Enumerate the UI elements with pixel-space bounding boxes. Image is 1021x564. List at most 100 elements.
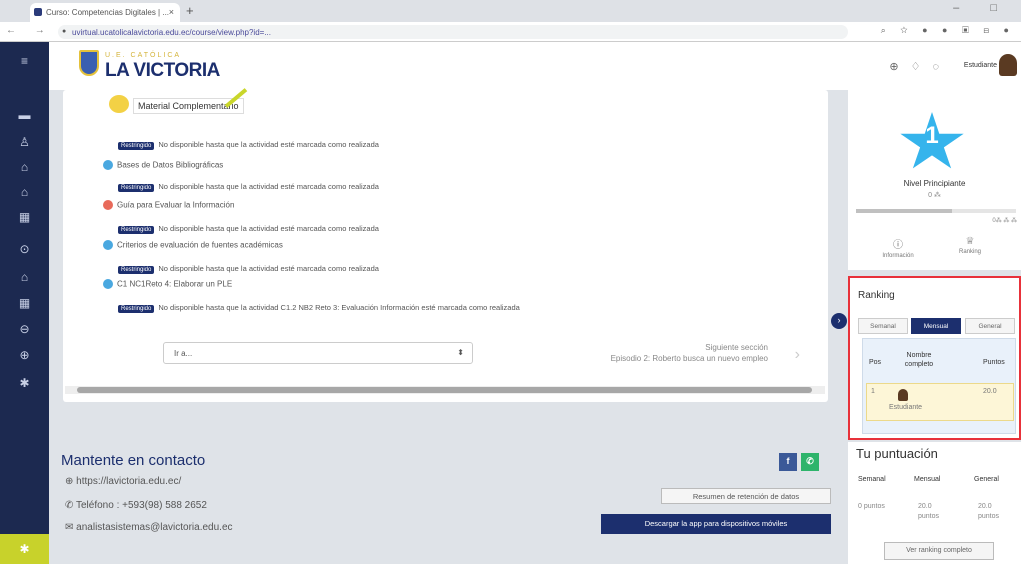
browser-tab[interactable]: Curso: Competencias Digitales | ... ×: [30, 3, 180, 22]
next-section-link[interactable]: Siguiente sección Episodio 2: Roberto bu…: [611, 342, 768, 364]
restricted-badge: Restringido: [118, 226, 155, 234]
goto-select-value: Ir a...: [174, 349, 193, 358]
footer-title: Mantente en contacto: [61, 452, 206, 469]
badge-icon[interactable]: ⌂: [0, 160, 49, 174]
box-icon[interactable]: ⊕: [0, 348, 49, 362]
globe-icon[interactable]: ⊕: [889, 61, 910, 73]
course-content: Material Complementario Restringido No di…: [63, 88, 828, 402]
activity-icon: [103, 240, 113, 250]
whatsapp-icon[interactable]: ✆: [801, 453, 819, 471]
settings-yellow-icon[interactable]: ✱: [0, 534, 49, 564]
right-panel: 1 Nivel Principiante 0 ⁂ 0⁂ ⁂ ⁂ ⓘ Informa…: [848, 90, 1021, 564]
collapse-panel-button[interactable]: ›: [831, 313, 847, 329]
extension-icons[interactable]: ⌕ ☆ ● ● ▣ ⊟ ●: [881, 25, 1015, 36]
url-input[interactable]: ● uvirtual.ucatolicalavictoria.edu.ec/co…: [58, 25, 848, 39]
restriction-text: No disponible hasta que la actividad est…: [158, 182, 379, 191]
ranking-link[interactable]: ♕ Ranking: [940, 236, 1000, 255]
goto-select[interactable]: Ir a... ⬍: [163, 342, 473, 364]
chevron-right-icon[interactable]: ›: [795, 346, 800, 364]
calendar-icon[interactable]: ▦: [0, 210, 49, 224]
site-header: U.E. CATÓLICA LA VICTORIA ⊕♢◌ Estudiante: [49, 42, 1021, 90]
avatar: [898, 389, 908, 401]
pin-icon[interactable]: ⊙: [0, 242, 49, 256]
restriction-row: Restringido No disponible hasta que la ac…: [118, 182, 379, 192]
restriction-text: No disponible hasta que la actividad C1.…: [158, 303, 520, 312]
people-icon[interactable]: ♙: [0, 135, 49, 149]
level-progress-fill: [856, 209, 952, 213]
restriction-row: Restringido No disponible hasta que la ac…: [118, 303, 520, 313]
tab-mensual[interactable]: Mensual: [911, 318, 961, 334]
email-link[interactable]: analistasistemas@lavictoria.edu.ec: [76, 522, 232, 533]
col-points: Puntos: [983, 359, 1005, 366]
grid-icon[interactable]: ▦: [0, 296, 49, 310]
restriction-text: No disponible hasta que la actividad est…: [158, 140, 379, 149]
user-avatar[interactable]: [999, 54, 1017, 76]
browser-tabstrip: Curso: Competencias Digitales | ... × + …: [0, 0, 1021, 22]
dashboard-icon[interactable]: ▬: [0, 108, 49, 122]
left-sidebar: ≡ ▬ ♙ ⌂ ⌂ ▦ ⊙ ⌂ ▦ ⊖ ⊕ ✱ ✱: [0, 42, 49, 564]
chat-icon[interactable]: ◌: [932, 61, 951, 73]
col-pos: Pos: [869, 359, 882, 366]
activity-icon: [103, 279, 113, 289]
facebook-icon[interactable]: f: [779, 453, 797, 471]
table-row[interactable]: 1 Estudiante 20.0: [866, 383, 1014, 421]
score-col-general: General: [974, 476, 999, 483]
bell-icon[interactable]: ♢: [911, 61, 933, 73]
restricted-badge: Restringido: [118, 266, 155, 274]
download-app-label: Descargar la app para dispositivos móvil…: [644, 519, 788, 528]
user-name[interactable]: Estudiante: [964, 62, 997, 69]
activity-link[interactable]: Criterios de evaluación de fuentes acadé…: [103, 240, 283, 250]
info-label: Información: [882, 253, 914, 259]
tab-title: Curso: Competencias Digitales | ...: [46, 8, 170, 17]
material-icon: [109, 95, 129, 113]
level-progress-label: 0⁂ ⁂ ⁂: [992, 218, 1017, 224]
restriction-row: Restringido No disponible hasta que la ac…: [118, 264, 379, 274]
activity-label: Guía para Evaluar la Información: [117, 200, 235, 210]
ranking-tabs: Semanal Mensual General: [858, 318, 1015, 334]
tab-general[interactable]: General: [965, 318, 1015, 334]
activity-link[interactable]: Guía para Evaluar la Información: [103, 200, 234, 210]
menu-icon[interactable]: ≡: [0, 54, 49, 68]
your-score-block: Tu puntuación Semanal Mensual General 0 …: [848, 442, 1021, 564]
footer-phone: ✆ Teléfono : +593(98) 588 2652: [65, 500, 207, 511]
next-section-label: Siguiente sección: [705, 343, 768, 352]
info-icon: ⓘ: [893, 240, 903, 251]
restriction-text: No disponible hasta que la actividad est…: [158, 264, 379, 273]
activity-label: Criterios de evaluación de fuentes acadé…: [117, 240, 283, 250]
eye-icon[interactable]: ⊖: [0, 322, 49, 336]
trophy-icon: ♕: [965, 236, 975, 247]
window-controls[interactable]: – □: [953, 2, 1011, 14]
info-link[interactable]: ⓘ Información: [868, 236, 928, 259]
activity-link[interactable]: C1 NC1Reto 4: Elaborar un PLE: [103, 279, 232, 289]
row-pos: 1: [871, 388, 875, 395]
scrollbar-thumb[interactable]: [77, 387, 812, 393]
logo-title: LA VICTORIA: [105, 60, 220, 81]
header-icons[interactable]: ⊕♢◌: [889, 60, 951, 73]
new-tab-icon[interactable]: +: [186, 3, 194, 18]
footer-email[interactable]: ✉ analistasistemas@lavictoria.edu.ec: [65, 522, 233, 533]
close-tab-icon[interactable]: ×: [169, 7, 174, 17]
activity-label: Bases de Datos Bibliográficas: [117, 160, 224, 170]
score-semanal: 0 puntos: [858, 503, 885, 510]
favicon-icon: [34, 8, 42, 16]
download-app-button[interactable]: Descargar la app para dispositivos móvil…: [601, 514, 831, 534]
level-progress-bar: [856, 209, 1016, 213]
footer-website[interactable]: ⊕ https://lavictoria.edu.ec/: [65, 476, 181, 487]
ranking-block: Ranking Semanal Mensual General Pos Nomb…: [848, 276, 1021, 440]
lock-nav-icon[interactable]: ⌂: [0, 270, 49, 284]
activity-icon: [103, 200, 113, 210]
home-icon[interactable]: ⌂: [0, 185, 49, 199]
settings-icon[interactable]: ✱: [0, 376, 49, 390]
website-link[interactable]: https://lavictoria.edu.ec/: [76, 476, 181, 487]
level-number: 1: [925, 122, 939, 149]
select-arrow-icon: ⬍: [457, 348, 464, 357]
data-retention-button[interactable]: Resumen de retención de datos: [661, 488, 831, 504]
level-card: 1 Nivel Principiante 0 ⁂ 0⁂ ⁂ ⁂ ⓘ Informa…: [848, 90, 1021, 270]
tab-semanal[interactable]: Semanal: [858, 318, 908, 334]
shield-logo-icon: [79, 50, 99, 76]
activity-link[interactable]: Bases de Datos Bibliográficas: [103, 160, 223, 170]
view-full-ranking-button[interactable]: Ver ranking completo: [884, 542, 994, 560]
horizontal-scrollbar[interactable]: [65, 386, 825, 394]
logo-subtitle: U.E. CATÓLICA: [105, 52, 182, 59]
url-text: uvirtual.ucatolicalavictoria.edu.ec/cour…: [72, 28, 271, 37]
